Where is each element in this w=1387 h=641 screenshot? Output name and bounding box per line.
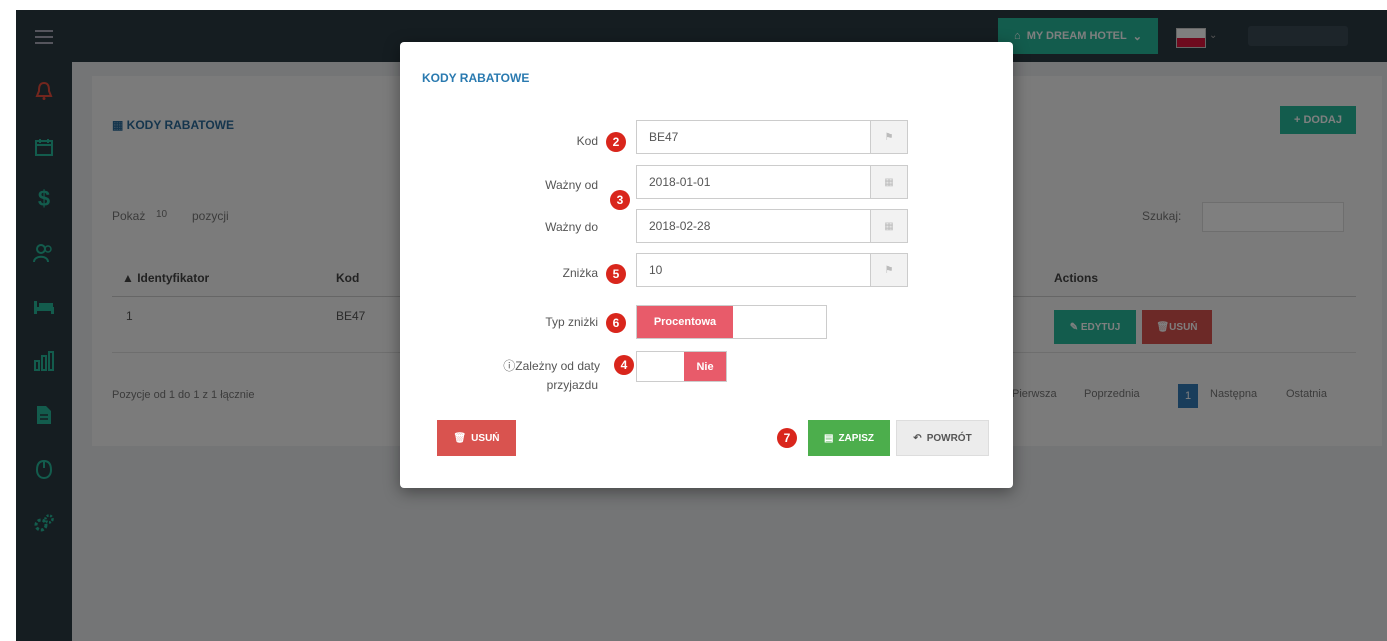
modal-title: KODY RABATOWE xyxy=(422,71,530,85)
step-badge-3: 3 xyxy=(610,190,630,210)
valid-to-label: Ważny do xyxy=(545,220,598,234)
valid-from-value: 2018-01-01 xyxy=(649,175,711,189)
arrival-dependent-toggle[interactable]: Nie xyxy=(636,351,727,382)
discount-label: Zniżka xyxy=(562,266,598,280)
step-badge-2: 2 xyxy=(606,132,626,152)
back-button-label: POWRÓT xyxy=(926,432,972,444)
arrival-dependent-value[interactable]: Nie xyxy=(684,352,726,381)
code-value: BE47 xyxy=(649,130,679,144)
back-circle-icon: ↶ xyxy=(913,432,922,444)
code-field[interactable]: BE47 ⚑ xyxy=(636,120,908,154)
valid-to-value: 2018-02-28 xyxy=(649,219,711,233)
tag-icon: ⚑ xyxy=(870,121,907,153)
tag-icon: ⚑ xyxy=(870,254,907,286)
discount-type-toggle[interactable]: Procentowa xyxy=(636,305,827,339)
delete-button-label: USUŃ xyxy=(471,432,500,444)
discount-type-option-percent[interactable]: Procentowa xyxy=(637,306,733,338)
discount-field[interactable]: 10 ⚑ xyxy=(636,253,908,287)
arrival-dependent-label: ⓘZależny od daty xyxy=(480,357,600,374)
floppy-disk-icon: ▤ xyxy=(823,432,834,444)
step-badge-5: 5 xyxy=(606,264,626,284)
code-label: Kod xyxy=(576,134,598,148)
info-icon[interactable]: ⓘ xyxy=(503,359,515,373)
discount-value: 10 xyxy=(649,263,663,277)
step-badge-7: 7 xyxy=(777,428,797,448)
calendar-icon[interactable]: ▦ xyxy=(870,210,907,242)
arrival-dependent-label-line1: Zależny od daty xyxy=(515,359,600,373)
discount-code-modal: KODY RABATOWE Kod 2 BE47 ⚑ Ważny od 2018… xyxy=(400,42,1013,488)
save-button-label: ZAPISZ xyxy=(838,432,874,444)
arrival-dependent-label-line2: przyjazdu xyxy=(546,378,598,392)
valid-from-field[interactable]: 2018-01-01 ▦ xyxy=(636,165,908,199)
back-button[interactable]: ↶ POWRÓT xyxy=(896,420,989,456)
save-button[interactable]: ▤ ZAPISZ xyxy=(808,420,890,456)
trash-icon: 🗑 xyxy=(453,432,467,444)
app-frame: ⌂ MY DREAM HOTEL ⌄ ⌄ $ xyxy=(16,10,1387,641)
calendar-icon[interactable]: ▦ xyxy=(870,166,907,198)
step-badge-4: 4 xyxy=(614,355,634,375)
step-badge-6: 6 xyxy=(606,313,626,333)
discount-type-label: Typ zniżki xyxy=(545,315,598,329)
valid-from-label: Ważny od xyxy=(545,178,598,192)
delete-button[interactable]: 🗑 USUŃ xyxy=(437,420,516,456)
valid-to-field[interactable]: 2018-02-28 ▦ xyxy=(636,209,908,243)
